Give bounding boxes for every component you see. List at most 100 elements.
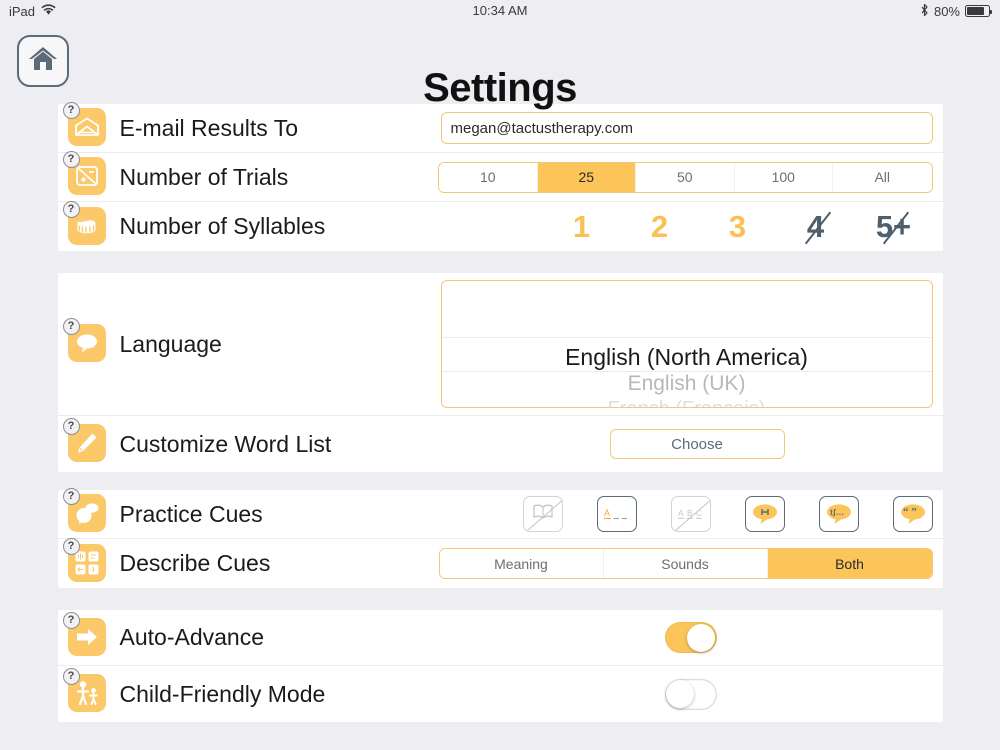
section-gap-2 — [0, 472, 1000, 490]
child-mode-control — [665, 679, 943, 710]
row-label-language: Language — [120, 331, 222, 358]
auto-advance-toggle-knob — [687, 624, 715, 652]
picker-line-bottom — [442, 371, 932, 372]
trials-segment-25[interactable]: 25 — [538, 163, 637, 192]
svg-text:C: C — [696, 509, 702, 518]
row-label-describe-cues: Describe Cues — [120, 550, 271, 577]
row-email-results: ? E-mail Results To megan@tactustherapy.… — [58, 104, 943, 153]
status-bar-right: 80% — [920, 0, 990, 22]
help-badge-practice-cues[interactable]: ? — [63, 488, 80, 505]
email-field-value: megan@tactustherapy.com — [451, 120, 634, 137]
syllable-option-4[interactable]: 4 — [777, 209, 855, 245]
svg-text:tʃ…: tʃ… — [830, 507, 844, 517]
syllables-selector[interactable]: 1 2 3 4 5+ — [543, 209, 933, 245]
trials-segment-100[interactable]: 100 — [735, 163, 834, 192]
row-label-email: E-mail Results To — [120, 115, 299, 142]
word-list-icon-wrap: ? — [68, 424, 108, 464]
section-gap-3 — [0, 588, 1000, 610]
language-picker[interactable]: English (North America) English (UK) Fre… — [441, 280, 933, 408]
trials-control: 10 25 50 100 All — [438, 162, 943, 193]
describe-segment-meaning[interactable]: Meaning — [440, 549, 604, 578]
email-field[interactable]: megan@tactustherapy.com — [441, 112, 933, 144]
row-number-of-syllables: ? Number of Syllables 1 2 3 4 5+ — [58, 202, 943, 251]
page-header: Settings — [0, 22, 1000, 104]
svg-text:A: A — [678, 509, 684, 518]
describe-segment-both[interactable]: Both — [768, 549, 932, 578]
row-label-syllables: Number of Syllables — [120, 213, 326, 240]
language-icon-wrap: ? — [68, 324, 108, 364]
row-practice-cues: ? Practice Cues — [58, 490, 943, 539]
language-option-3[interactable]: French (Français) — [442, 397, 932, 408]
svg-text:“ ”: “ ” — [903, 506, 917, 518]
language-option-2[interactable]: English (UK) — [442, 371, 932, 397]
word-list-control: Choose — [610, 429, 943, 459]
row-language: ? Language English (North America) Engli… — [58, 273, 943, 416]
help-badge-email[interactable]: ? — [63, 102, 80, 119]
auto-advance-control — [665, 622, 943, 653]
row-label-word-list: Customize Word List — [120, 431, 332, 458]
trials-segment-50[interactable]: 50 — [636, 163, 735, 192]
cue-button-first-sound[interactable]: tʃ… — [819, 496, 859, 532]
describe-cues-control: Meaning Sounds Both — [439, 548, 943, 579]
describe-cues-icon-wrap: ? — [68, 544, 108, 584]
battery-percent-label: 80% — [934, 4, 960, 19]
language-control: English (North America) English (UK) Fre… — [441, 280, 943, 408]
row-label-trials: Number of Trials — [120, 164, 289, 191]
help-badge-trials[interactable]: ? — [63, 151, 80, 168]
cue-button-spoken-word[interactable] — [745, 496, 785, 532]
syllables-icon-wrap: ? — [68, 207, 108, 247]
book-icon — [532, 503, 554, 525]
cue-button-written-word[interactable] — [523, 496, 563, 532]
settings-card-language: ? Language English (North America) Engli… — [58, 273, 943, 472]
describe-segment-sounds[interactable]: Sounds — [604, 549, 768, 578]
row-auto-advance: ? Auto-Advance — [58, 610, 943, 666]
settings-card-cues: ? Practice Cues — [58, 490, 943, 588]
cue-button-spelling[interactable]: A B C — [671, 496, 711, 532]
practice-cues-control: A A B C — [523, 496, 943, 532]
row-child-friendly-mode: ? Child-Friendly Mode — [58, 666, 943, 722]
svg-text:A: A — [604, 508, 610, 518]
svg-text:B: B — [687, 509, 692, 518]
choose-word-list-button[interactable]: Choose — [610, 429, 785, 459]
trials-segment-all[interactable]: All — [833, 163, 932, 192]
row-number-of-trials: ? Number of Trials 10 25 50 100 All — [58, 153, 943, 202]
row-label-child-mode: Child-Friendly Mode — [120, 681, 326, 708]
practice-cues-icon-wrap: ? — [68, 494, 108, 534]
section-gap-1 — [0, 251, 1000, 273]
trials-segmented-control[interactable]: 10 25 50 100 All — [438, 162, 933, 193]
describe-cues-segmented-control[interactable]: Meaning Sounds Both — [439, 548, 933, 579]
clock-label: 10:34 AM — [0, 3, 1000, 18]
settings-card-general: ? E-mail Results To megan@tactustherapy.… — [58, 104, 943, 251]
syllable-option-1[interactable]: 1 — [543, 209, 621, 245]
status-bar: iPad 10:34 AM 80% — [0, 0, 1000, 22]
help-badge-auto-advance[interactable]: ? — [63, 612, 80, 629]
picker-line-top — [442, 337, 932, 338]
syllables-control: 1 2 3 4 5+ — [543, 209, 943, 245]
trials-icon-wrap: ? — [68, 157, 108, 197]
row-label-practice-cues: Practice Cues — [120, 501, 263, 528]
child-mode-toggle-knob — [666, 680, 694, 708]
row-label-auto-advance: Auto-Advance — [120, 624, 264, 651]
syllable-option-3[interactable]: 3 — [699, 209, 777, 245]
battery-icon — [965, 5, 990, 17]
child-mode-icon-wrap: ? — [68, 674, 108, 714]
practice-cue-buttons: A A B C — [523, 496, 933, 532]
child-mode-toggle[interactable] — [665, 679, 717, 710]
help-badge-child-mode[interactable]: ? — [63, 668, 80, 685]
email-control: megan@tactustherapy.com — [441, 112, 943, 144]
settings-card-modes: ? Auto-Advance ? — [58, 610, 943, 722]
help-badge-word-list[interactable]: ? — [63, 418, 80, 435]
row-describe-cues: ? Describe Cues Meaning Sounds Both — [58, 539, 943, 588]
syllable-option-2[interactable]: 2 — [621, 209, 699, 245]
help-badge-syllables[interactable]: ? — [63, 201, 80, 218]
help-badge-describe-cues[interactable]: ? — [63, 538, 80, 555]
language-option-selected[interactable]: English (North America) — [442, 343, 932, 371]
help-badge-language[interactable]: ? — [63, 318, 80, 335]
bluetooth-icon — [920, 3, 929, 20]
auto-advance-toggle[interactable] — [665, 622, 717, 653]
cue-button-sentence[interactable]: “ ” — [893, 496, 933, 532]
trials-segment-10[interactable]: 10 — [439, 163, 538, 192]
auto-advance-icon-wrap: ? — [68, 618, 108, 658]
cue-button-first-letter[interactable]: A — [597, 496, 637, 532]
syllable-option-5plus[interactable]: 5+ — [855, 209, 933, 245]
